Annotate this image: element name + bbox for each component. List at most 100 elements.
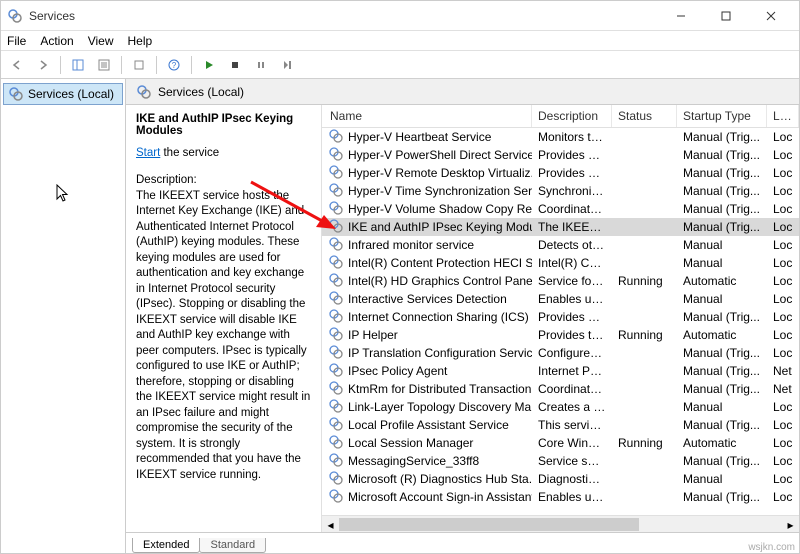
service-name: Interactive Services Detection — [348, 292, 507, 306]
start-service-button[interactable] — [197, 54, 221, 76]
service-row[interactable]: IKE and AuthIP IPsec Keying Modu...The I… — [322, 218, 799, 236]
restart-service-button[interactable] — [275, 54, 299, 76]
tree-root-services-local[interactable]: Services (Local) — [3, 83, 123, 105]
service-desc: Creates a N... — [532, 400, 612, 414]
service-row[interactable]: Internet Connection Sharing (ICS)Provide… — [322, 308, 799, 326]
menu-file[interactable]: File — [7, 34, 26, 48]
service-row[interactable]: Hyper-V Heartbeat ServiceMonitors th...M… — [322, 128, 799, 146]
export-list-button[interactable] — [127, 54, 151, 76]
gear-icon — [328, 398, 348, 417]
service-row[interactable]: Hyper-V PowerShell Direct ServiceProvide… — [322, 146, 799, 164]
service-name: Hyper-V Volume Shadow Copy Re... — [348, 202, 532, 216]
window-title: Services — [29, 9, 658, 23]
service-row[interactable]: Hyper-V Volume Shadow Copy Re...Coordina… — [322, 200, 799, 218]
service-name: Intel(R) Content Protection HECI S... — [348, 256, 532, 270]
watermark: wsjkn.com — [748, 542, 795, 553]
col-description[interactable]: Description — [532, 105, 612, 127]
service-row[interactable]: Link-Layer Topology Discovery Ma...Creat… — [322, 398, 799, 416]
service-row[interactable]: Local Profile Assistant ServiceThis serv… — [322, 416, 799, 434]
col-startup[interactable]: Startup Type — [677, 105, 767, 127]
service-logon: Loc — [767, 454, 799, 468]
service-row[interactable]: Interactive Services DetectionEnables us… — [322, 290, 799, 308]
service-row[interactable]: IPsec Policy AgentInternet Pro...Manual … — [322, 362, 799, 380]
service-row[interactable]: IP Translation Configuration ServiceConf… — [322, 344, 799, 362]
services-icon — [7, 8, 23, 24]
service-logon: Loc — [767, 148, 799, 162]
service-row[interactable]: Hyper-V Time Synchronization Ser...Synch… — [322, 182, 799, 200]
pane-header: Services (Local) — [126, 79, 799, 105]
service-row[interactable]: Microsoft (R) Diagnostics Hub Sta...Diag… — [322, 470, 799, 488]
minimize-button[interactable] — [658, 2, 703, 30]
service-row[interactable]: Local Session ManagerCore Windo...Runnin… — [322, 434, 799, 452]
tree-pane: Services (Local) — [1, 79, 126, 553]
col-name[interactable]: Name — [322, 105, 532, 127]
service-name: IP Helper — [348, 328, 398, 342]
menu-view[interactable]: View — [88, 34, 114, 48]
close-button[interactable] — [748, 2, 793, 30]
service-logon: Loc — [767, 202, 799, 216]
service-row[interactable]: Intel(R) Content Protection HECI S...Int… — [322, 254, 799, 272]
service-logon: Loc — [767, 166, 799, 180]
service-startup: Manual — [677, 292, 767, 306]
col-status[interactable]: Status — [612, 105, 677, 127]
service-row[interactable]: Microsoft Account Sign-in AssistantEnabl… — [322, 488, 799, 506]
properties-button[interactable] — [92, 54, 116, 76]
service-startup: Manual (Trig... — [677, 310, 767, 324]
help-button[interactable]: ? — [162, 54, 186, 76]
service-name: Local Session Manager — [348, 436, 473, 450]
scroll-thumb[interactable] — [339, 518, 639, 531]
service-logon: Loc — [767, 238, 799, 252]
service-logon: Loc — [767, 418, 799, 432]
service-row[interactable]: Infrared monitor serviceDetects oth...Ma… — [322, 236, 799, 254]
service-desc: This service ... — [532, 418, 612, 432]
pause-service-button[interactable] — [249, 54, 273, 76]
service-row[interactable]: Hyper-V Remote Desktop Virtualiz...Provi… — [322, 164, 799, 182]
start-suffix: the service — [160, 147, 219, 159]
forward-button[interactable] — [31, 54, 55, 76]
gear-icon — [328, 164, 348, 183]
start-service-link[interactable]: Start — [136, 147, 160, 159]
back-button[interactable] — [5, 54, 29, 76]
service-startup: Manual (Trig... — [677, 382, 767, 396]
service-startup: Manual (Trig... — [677, 220, 767, 234]
service-row[interactable]: Intel(R) HD Graphics Control Panel...Ser… — [322, 272, 799, 290]
service-desc: Configures ... — [532, 346, 612, 360]
service-name: MessagingService_33ff8 — [348, 454, 479, 468]
menu-action[interactable]: Action — [40, 34, 73, 48]
service-logon: Loc — [767, 328, 799, 342]
service-desc: Intel(R) Con... — [532, 256, 612, 270]
service-startup: Manual (Trig... — [677, 490, 767, 504]
service-row[interactable]: MessagingService_33ff8Service sup...Manu… — [322, 452, 799, 470]
service-logon: Loc — [767, 220, 799, 234]
horizontal-scrollbar[interactable]: ◂ ▸ — [322, 515, 799, 532]
scroll-left-icon[interactable]: ◂ — [322, 516, 339, 533]
service-desc: Internet Pro... — [532, 364, 612, 378]
service-startup: Manual — [677, 400, 767, 414]
gear-icon — [328, 218, 348, 237]
service-logon: Loc — [767, 256, 799, 270]
service-logon: Loc — [767, 400, 799, 414]
service-startup: Manual (Trig... — [677, 130, 767, 144]
gear-icon — [328, 380, 348, 399]
service-desc: Provides ne... — [532, 310, 612, 324]
detail-panel: IKE and AuthIP IPsec Keying Modules Star… — [126, 105, 321, 532]
tab-extended[interactable]: Extended — [132, 538, 200, 553]
service-desc: Service sup... — [532, 454, 612, 468]
menu-help[interactable]: Help — [128, 34, 153, 48]
service-desc: Synchronize... — [532, 184, 612, 198]
col-logon[interactable]: Log — [767, 105, 799, 127]
show-hide-tree-button[interactable] — [66, 54, 90, 76]
service-row[interactable]: IP HelperProvides tu...RunningAutomaticL… — [322, 326, 799, 344]
tab-standard[interactable]: Standard — [199, 538, 266, 553]
service-status: Running — [612, 328, 677, 342]
service-startup: Manual (Trig... — [677, 166, 767, 180]
stop-service-button[interactable] — [223, 54, 247, 76]
description-label: Description: — [136, 174, 197, 186]
service-desc: Service for I... — [532, 274, 612, 288]
service-logon: Loc — [767, 274, 799, 288]
service-row[interactable]: KtmRm for Distributed Transaction...Coor… — [322, 380, 799, 398]
gear-icon — [328, 452, 348, 471]
maximize-button[interactable] — [703, 2, 748, 30]
services-icon — [136, 84, 152, 100]
scroll-right-icon[interactable]: ▸ — [782, 516, 799, 533]
